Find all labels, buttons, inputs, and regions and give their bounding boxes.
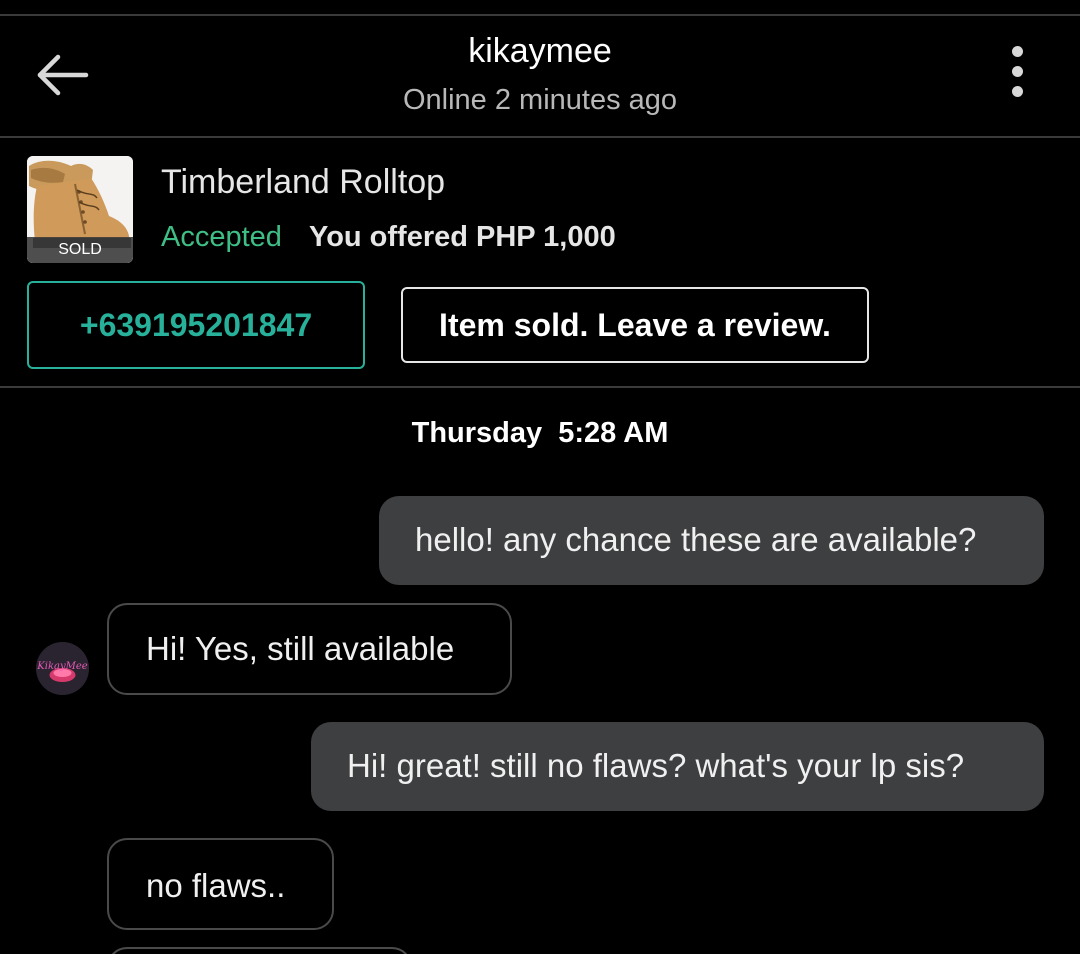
chat-header: kikaymee Online 2 minutes ago	[0, 16, 1080, 136]
product-card: SOLD Timberland Rolltop Accepted You off…	[0, 138, 1080, 388]
partner-avatar[interactable]: KikayMee	[36, 642, 89, 695]
online-status: Online 2 minutes ago	[402, 84, 678, 116]
message-incoming[interactable]: Hi! Yes, still available	[107, 603, 512, 695]
more-vertical-icon[interactable]	[1000, 42, 1036, 102]
product-divider	[0, 386, 1080, 388]
avatar-text: KikayMee	[36, 661, 87, 672]
sold-badge: SOLD	[27, 237, 133, 263]
chat-date-timestamp: Thursday 5:28 AM	[411, 417, 669, 449]
offer-status: Accepted	[161, 221, 282, 253]
offer-amount: You offered PHP 1,000	[309, 221, 616, 253]
chat-screen: kikaymee Online 2 minutes ago SOLD Timbe…	[0, 0, 1080, 954]
message-outgoing[interactable]: Hi! great! still no flaws? what's your l…	[311, 722, 1044, 811]
product-title[interactable]: Timberland Rolltop	[161, 163, 445, 202]
message-incoming-partial[interactable]	[107, 947, 412, 954]
leave-review-button[interactable]: Item sold. Leave a review.	[401, 287, 869, 363]
phone-number-button[interactable]: +639195201847	[27, 281, 365, 369]
message-incoming[interactable]: no flaws..	[107, 838, 334, 930]
message-outgoing[interactable]: hello! any chance these are available?	[379, 496, 1044, 585]
avatar-logo: KikayMee	[36, 642, 89, 695]
chat-partner-name[interactable]: kikaymee	[0, 32, 1080, 71]
product-thumbnail[interactable]: SOLD	[27, 156, 133, 263]
